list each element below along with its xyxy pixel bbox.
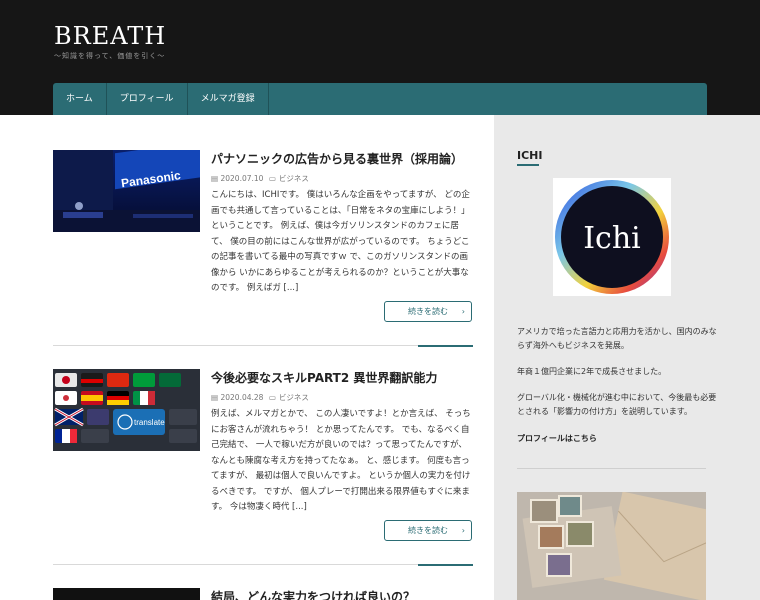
main-content: Panasonic パナソニックの広告から見る裏世界（採用論） ▤ 2020.0…	[0, 115, 494, 600]
nav-item-profile[interactable]: プロフィール	[107, 83, 188, 115]
calendar-icon: ▤	[211, 393, 219, 402]
ichi-logo-image: Ichi	[555, 180, 669, 294]
nav-item-home[interactable]: ホーム	[53, 83, 107, 115]
post-divider	[53, 345, 473, 347]
sidebar-envelopes-image[interactable]	[517, 492, 706, 600]
sidebar: ICHI Ichi アメリカで培った言語力と応用力を活かし、国内のみならず海外へ…	[494, 115, 760, 600]
post-thumbnail[interactable]	[53, 588, 200, 600]
sidebar-divider	[517, 468, 706, 469]
envelopes-image	[517, 492, 706, 600]
post-date: 2020.07.10	[220, 174, 264, 183]
post-divider	[53, 564, 473, 566]
read-more-label: 続きを読む	[408, 526, 448, 535]
ichi-logo: Ichi	[553, 178, 671, 296]
post-card: 結局、どんな実力をつければ良いの？	[53, 588, 473, 600]
read-more-label: 続きを読む	[408, 307, 448, 316]
sidebar-title-underline	[517, 164, 539, 166]
post-card: translate 今後必要なスキルPART2 異世界翻訳能力 ▤ 2020.0…	[53, 369, 473, 544]
chevron-right-icon: ›	[461, 307, 465, 316]
logo-text: Ichi	[583, 221, 641, 256]
read-more-button[interactable]: 続きを読む ›	[384, 520, 472, 541]
post-card: Panasonic パナソニックの広告から見る裏世界（採用論） ▤ 2020.0…	[53, 150, 473, 325]
post-title[interactable]: 今後必要なスキルPART2 異世界翻訳能力	[211, 369, 437, 386]
site-header: BREATH 〜知識を得って、価値を引く〜 ホーム プロフィール メルマガ登録	[0, 0, 760, 115]
site-title[interactable]: BREATH	[54, 22, 166, 50]
post-thumbnail[interactable]: Panasonic	[53, 150, 200, 232]
read-more-button[interactable]: 続きを読む ›	[384, 301, 472, 322]
post-meta: ▤ 2020.04.28 ▭ ビジネス	[211, 392, 309, 403]
global-nav: ホーム プロフィール メルマガ登録	[53, 83, 707, 115]
calendar-icon: ▤	[211, 174, 219, 183]
post-thumbnail[interactable]: translate	[53, 369, 200, 451]
sidebar-bio-2: 年商１億円企業に2年で成長させました。	[517, 367, 667, 376]
post-excerpt: 例えば、メルマガとかで、 この人凄いですよ！とか言えば、 そっちにお客さんが流れ…	[211, 409, 471, 512]
post-category[interactable]: ビジネス	[279, 393, 309, 402]
post-title[interactable]: パナソニックの広告から見る裏世界（採用論）	[211, 150, 463, 167]
post-title[interactable]: 結局、どんな実力をつければ良いの？	[211, 588, 415, 600]
site-tagline: 〜知識を得って、価値を引く〜	[54, 52, 166, 60]
profile-link[interactable]: プロフィールはこちら	[517, 433, 597, 444]
post-excerpt: こんにちは、ICHIです。 僕はいろんな企画をやってますが、 どの企画でも共通し…	[211, 190, 470, 293]
translate-keyboard-image: translate	[53, 369, 200, 451]
panasonic-thumbnail-image: Panasonic	[53, 150, 200, 232]
nav-item-newsletter[interactable]: メルマガ登録	[188, 83, 269, 115]
folder-icon: ▭	[268, 393, 276, 402]
sidebar-title: ICHI	[517, 149, 543, 162]
folder-icon: ▭	[268, 174, 276, 183]
sidebar-bio-1: アメリカで培った言語力と応用力を活かし、国内のみならず海外へもビジネスを発展。	[517, 327, 717, 350]
post-category[interactable]: ビジネス	[279, 174, 309, 183]
chevron-right-icon: ›	[461, 526, 465, 535]
post-date: 2020.04.28	[220, 393, 264, 402]
translate-key-text: translate	[134, 418, 165, 427]
post-meta: ▤ 2020.07.10 ▭ ビジネス	[211, 173, 309, 184]
sidebar-bio-3: グローバル化・機械化が進む中において、今後最も必要とされる「影響力の付け方」を説…	[517, 393, 717, 416]
